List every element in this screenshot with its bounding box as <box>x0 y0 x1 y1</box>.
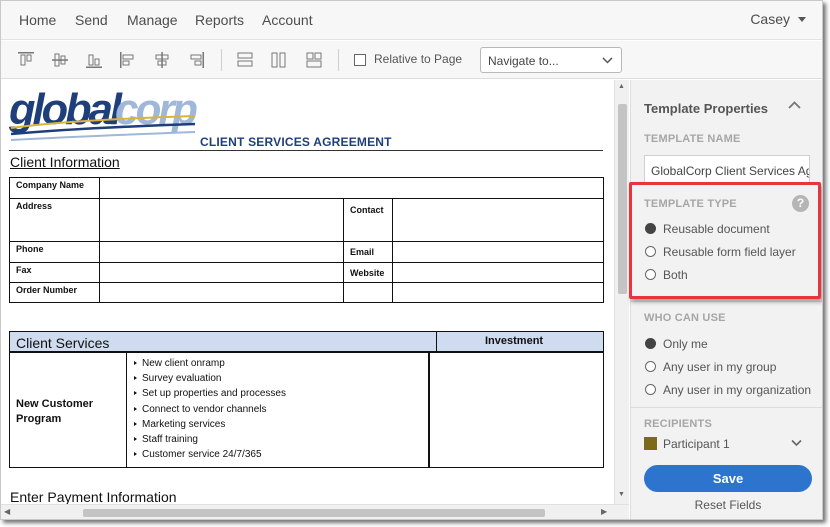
scrollbar-thumb[interactable] <box>618 104 627 294</box>
toolbar: Relative to Page Navigate to... <box>1 41 822 79</box>
globalcorp-logo: global corp <box>9 86 197 141</box>
template-type-highlight <box>629 182 821 299</box>
app-window: Home Send Manage Reports Account Casey R… <box>0 0 823 520</box>
toolbar-divider <box>221 49 222 71</box>
nav-account[interactable]: Account <box>262 12 313 28</box>
match-height-icon[interactable] <box>270 51 288 69</box>
list-item: Set up properties and processes <box>134 386 286 401</box>
client-services-header: Client Services Investment <box>9 331 604 352</box>
template-name-input[interactable]: GlobalCorp Client Services Agreement <box>644 155 810 185</box>
contact-label: Contact <box>343 198 393 242</box>
user-menu[interactable]: Casey <box>750 11 806 27</box>
scrollbar-thumb[interactable] <box>83 509 545 517</box>
address-field[interactable] <box>99 198 344 242</box>
payment-heading: Enter Payment Information <box>10 489 177 504</box>
recipients-label: RECIPIENTS <box>644 418 713 430</box>
nav-home[interactable]: Home <box>19 12 56 28</box>
relative-to-page-checkbox[interactable] <box>354 54 366 66</box>
list-item: New client onramp <box>134 356 286 371</box>
order-number-field[interactable] <box>99 282 344 303</box>
client-services-body: New Customer Program New client onramp S… <box>9 351 604 468</box>
template-properties-panel: Template Properties TEMPLATE NAME Global… <box>630 80 822 519</box>
horizontal-scrollbar[interactable]: ◀ ▶ <box>1 504 629 519</box>
panel-title: Template Properties <box>644 101 769 116</box>
service-list: New client onramp Survey evaluation Set … <box>134 356 286 462</box>
program-name: New Customer Program <box>16 398 94 425</box>
company-name-label: Company Name <box>9 177 100 199</box>
client-info-heading: Client Information <box>10 154 120 170</box>
radio-label: Any user in my group <box>663 360 777 374</box>
match-width-icon[interactable] <box>236 51 254 69</box>
contact-field[interactable] <box>392 198 604 242</box>
client-services-heading: Client Services <box>16 335 110 351</box>
list-item: Customer service 24/7/365 <box>134 447 286 462</box>
align-bottom-icon[interactable] <box>85 51 103 69</box>
align-top-icon[interactable] <box>17 51 35 69</box>
toolbar-divider <box>338 49 339 71</box>
scroll-right-icon[interactable]: ▶ <box>601 507 607 516</box>
chevron-down-icon <box>602 57 613 64</box>
who-can-use-label: WHO CAN USE <box>644 312 726 324</box>
radio-label: Only me <box>663 337 708 351</box>
radio-any-user-org[interactable] <box>645 384 656 395</box>
address-label: Address <box>9 198 100 242</box>
phone-label: Phone <box>9 241 100 263</box>
navigate-select-value: Navigate to... <box>488 54 559 68</box>
scroll-left-icon[interactable]: ◀ <box>4 507 10 516</box>
email-field[interactable] <box>392 241 604 263</box>
navigate-select[interactable]: Navigate to... <box>480 47 622 73</box>
investment-heading: Investment <box>485 335 544 347</box>
nav-manage[interactable]: Manage <box>127 12 178 28</box>
nav-send[interactable]: Send <box>75 12 108 28</box>
title-divider <box>9 150 603 151</box>
template-name-label: TEMPLATE NAME <box>644 133 741 145</box>
panel-divider <box>631 301 822 302</box>
align-right-icon[interactable] <box>187 51 205 69</box>
fax-label: Fax <box>9 262 100 283</box>
list-item: Connect to vendor channels <box>134 402 286 417</box>
order-number-extra <box>392 282 604 303</box>
relative-to-page-label: Relative to Page <box>374 52 463 66</box>
scroll-up-icon[interactable]: ▲ <box>618 83 625 90</box>
match-size-icon[interactable] <box>305 51 323 69</box>
document-title: CLIENT SERVICES AGREEMENT <box>200 135 392 149</box>
list-item: Staff training <box>134 432 286 447</box>
radio-any-user-group[interactable] <box>645 361 656 372</box>
participant-name[interactable]: Participant 1 <box>663 437 730 451</box>
radio-only-me[interactable] <box>645 338 656 349</box>
top-nav: Home Send Manage Reports Account Casey <box>1 1 822 40</box>
user-name: Casey <box>750 11 790 27</box>
order-number-spacer <box>343 282 393 303</box>
list-item: Survey evaluation <box>134 371 286 386</box>
column-divider <box>428 353 430 467</box>
chevron-down-icon[interactable] <box>791 438 802 448</box>
caret-down-icon <box>798 17 806 22</box>
email-label: Email <box>343 241 393 263</box>
fax-field[interactable] <box>99 262 344 283</box>
scroll-down-icon[interactable]: ▼ <box>618 491 625 498</box>
document-canvas[interactable]: global corp CLIENT SERVICES AGREEMENT Cl… <box>1 80 614 504</box>
align-center-icon[interactable] <box>153 51 171 69</box>
phone-field[interactable] <box>99 241 344 263</box>
website-label: Website <box>343 262 393 283</box>
nav-reports[interactable]: Reports <box>195 12 244 28</box>
vertical-scrollbar[interactable]: ▲ ▼ <box>614 80 629 504</box>
website-field[interactable] <box>392 262 604 283</box>
client-info-table: Company Name Address Contact Phone Email… <box>9 177 604 303</box>
align-left-icon[interactable] <box>119 51 137 69</box>
save-button[interactable]: Save <box>644 465 812 492</box>
order-number-label: Order Number <box>9 282 100 303</box>
align-middle-icon[interactable] <box>51 51 69 69</box>
column-divider <box>436 332 437 351</box>
company-name-field[interactable] <box>99 177 604 199</box>
reset-fields-link[interactable]: Reset Fields <box>644 498 812 512</box>
participant-color-swatch <box>644 437 657 450</box>
list-item: Marketing services <box>134 417 286 432</box>
radio-label: Any user in my organization <box>663 383 812 397</box>
column-divider <box>126 353 127 467</box>
panel-divider <box>631 407 822 408</box>
chevron-up-icon[interactable] <box>788 100 801 110</box>
